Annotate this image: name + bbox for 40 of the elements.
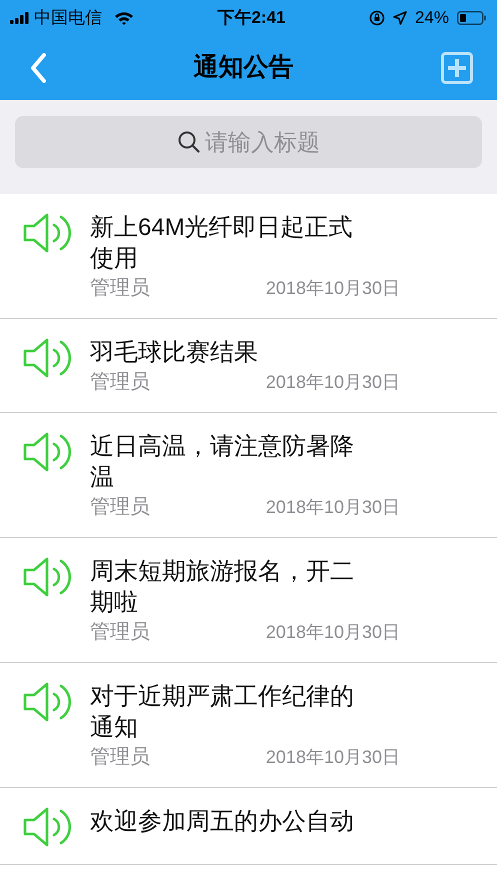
speaker-icon (22, 556, 74, 598)
search-icon (177, 130, 201, 154)
speaker-icon (22, 431, 74, 473)
notice-item[interactable]: 对于近期严肃工作纪律的通知 管理员 2018年10月30日 (0, 663, 497, 788)
notice-title: 欢迎参加周五的办公自动 (90, 807, 355, 837)
notice-author: 管理员 (90, 276, 150, 301)
carrier-name: 中国电信 (34, 7, 102, 30)
notice-author: 管理员 (90, 620, 150, 645)
notice-title: 周末短期旅游报名，开二期啦 (90, 557, 355, 618)
rotation-lock-icon (368, 10, 385, 26)
notice-item[interactable]: 近日高温，请注意防暑降温 管理员 2018年10月30日 (0, 413, 497, 538)
notice-date: 2018年10月30日 (266, 370, 400, 394)
notice-item[interactable]: 羽毛球比赛结果 管理员 2018年10月30日 (0, 319, 497, 413)
notice-item[interactable]: 欢迎参加周五的办公自动 (0, 788, 497, 865)
notice-date: 2018年10月30日 (266, 620, 400, 644)
clock-time: 下午2:41 (217, 7, 286, 30)
speaker-icon (22, 337, 74, 379)
back-icon[interactable] (30, 53, 46, 83)
speaker-icon (22, 212, 74, 254)
notice-author: 管理员 (90, 495, 150, 520)
notice-date: 2018年10月30日 (266, 746, 400, 768)
notice-title: 羽毛球比赛结果 (90, 338, 259, 368)
battery-icon (457, 11, 487, 25)
speaker-icon (22, 681, 74, 723)
notice-title: 近日高温，请注意防暑降温 (90, 432, 355, 493)
notice-item[interactable]: 周末短期旅游报名，开二期啦 管理员 2018年10月30日 (0, 538, 497, 663)
signal-icon (10, 12, 30, 24)
wifi-icon (114, 11, 134, 25)
notice-title: 对于近期严肃工作纪律的通知 (90, 682, 355, 743)
notice-date: 2018年10月30日 (266, 496, 400, 518)
battery-percent: 24% (414, 7, 449, 30)
notice-title: 新上64M光纤即日起正式使用 (90, 213, 354, 274)
notice-date: 2018年10月30日 (266, 276, 400, 300)
notice-author: 管理员 (90, 745, 150, 770)
location-arrow-icon (392, 11, 407, 25)
speaker-icon (22, 806, 74, 848)
notice-item[interactable]: 新上64M光纤即日起正式使用 管理员 2018年10月30日 (0, 194, 497, 319)
notice-author: 管理员 (90, 370, 150, 395)
page-title: 通知公告 (194, 52, 294, 84)
add-icon[interactable] (441, 52, 473, 84)
